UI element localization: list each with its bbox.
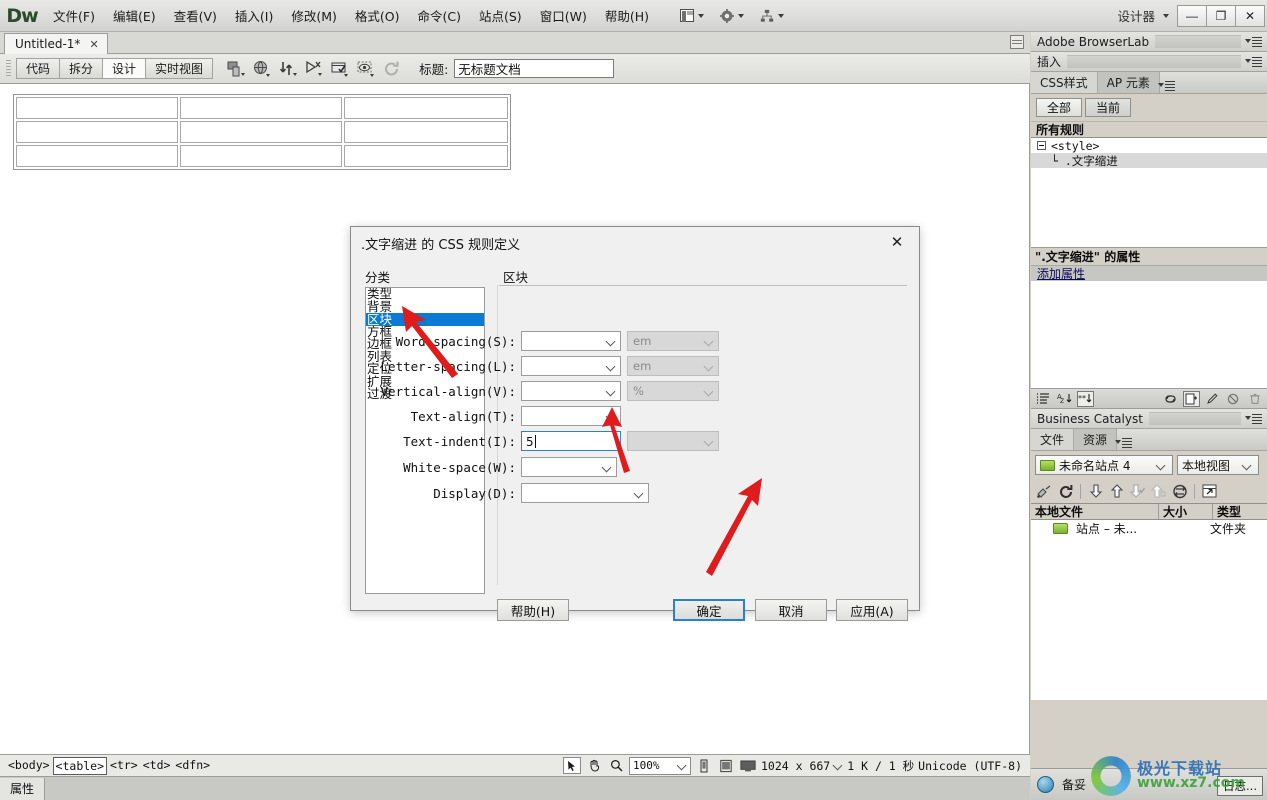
chevron-down-icon — [607, 387, 616, 396]
dialog-title: .文字缩进 的 CSS 规则定义 — [361, 237, 521, 253]
category-item-block-selected[interactable]: 区块 — [366, 313, 484, 326]
chevron-down-icon — [705, 337, 714, 346]
field-label: Word-spacing(S): — [395, 333, 516, 349]
field-display: Display(D): — [351, 483, 649, 503]
apply-button[interactable]: 应用(A) — [836, 599, 908, 621]
chevron-down-icon — [607, 412, 616, 421]
category-item-label: 区块 — [367, 312, 393, 327]
chevron-down-icon — [607, 362, 616, 371]
field-text-indent: Text-indent(I): 5 — [351, 431, 719, 451]
text-align-select[interactable] — [521, 406, 621, 426]
field-label: Text-indent(I): — [403, 433, 516, 449]
letter-spacing-unit-select: em — [627, 356, 719, 376]
field-label: Display(D): — [433, 485, 516, 501]
vertical-align-select[interactable] — [521, 381, 621, 401]
dialog-body: 分类 类型 背景 区块 方框 边框 列表 定位 扩展 过渡 区块 区块 — [351, 259, 919, 621]
text-cursor — [534, 434, 536, 448]
field-vertical-align: Vertical-align(V): % — [351, 381, 719, 401]
help-button[interactable]: 帮助(H) — [497, 599, 569, 621]
field-label: Text-align(T): — [410, 408, 516, 424]
display-select[interactable] — [521, 483, 649, 503]
dialog-close-button[interactable]: ✕ — [875, 227, 919, 257]
section-divider — [499, 285, 907, 286]
field-white-space: White-space(W): — [351, 457, 617, 477]
chevron-down-icon — [705, 437, 714, 446]
unit-value: em — [633, 359, 652, 373]
chevron-down-icon — [635, 489, 644, 498]
chevron-down-icon — [705, 387, 714, 396]
field-label: Letter-spacing(L): — [380, 358, 516, 374]
text-indent-value: 5 — [526, 433, 534, 449]
letter-spacing-select[interactable] — [521, 356, 621, 376]
vertical-align-unit-select: % — [627, 381, 719, 401]
text-indent-input[interactable]: 5 — [521, 431, 621, 451]
field-label: Vertical-align(V): — [380, 383, 516, 399]
word-spacing-select[interactable] — [521, 331, 621, 351]
field-text-align: Text-align(T): — [351, 406, 621, 426]
unit-value: % — [633, 384, 644, 398]
field-label: White-space(W): — [403, 459, 516, 475]
chevron-down-icon — [603, 463, 612, 472]
word-spacing-unit-select: em — [627, 331, 719, 351]
section-label: 区块 — [503, 270, 529, 285]
modal-layer: .文字缩进 的 CSS 规则定义 ✕ 分类 类型 背景 区块 方框 边框 列表 … — [0, 0, 1267, 800]
white-space-select[interactable] — [521, 457, 617, 477]
category-label: 分类 — [365, 270, 391, 285]
dreamweaver-window: Dw 文件(F) 编辑(E) 查看(V) 插入(I) 修改(M) 格式(O) 命… — [0, 0, 1267, 800]
chevron-down-icon — [705, 362, 714, 371]
field-letter-spacing: Letter-spacing(L): em — [351, 356, 719, 376]
unit-value: em — [633, 334, 652, 348]
css-rule-definition-dialog: .文字缩进 的 CSS 规则定义 ✕ 分类 类型 背景 区块 方框 边框 列表 … — [350, 226, 920, 621]
cancel-button[interactable]: 取消 — [755, 599, 827, 621]
field-word-spacing: Word-spacing(S): em — [351, 331, 719, 351]
chevron-down-icon — [607, 337, 616, 346]
ok-button[interactable]: 确定 — [673, 599, 745, 621]
text-indent-unit-select — [627, 431, 719, 451]
